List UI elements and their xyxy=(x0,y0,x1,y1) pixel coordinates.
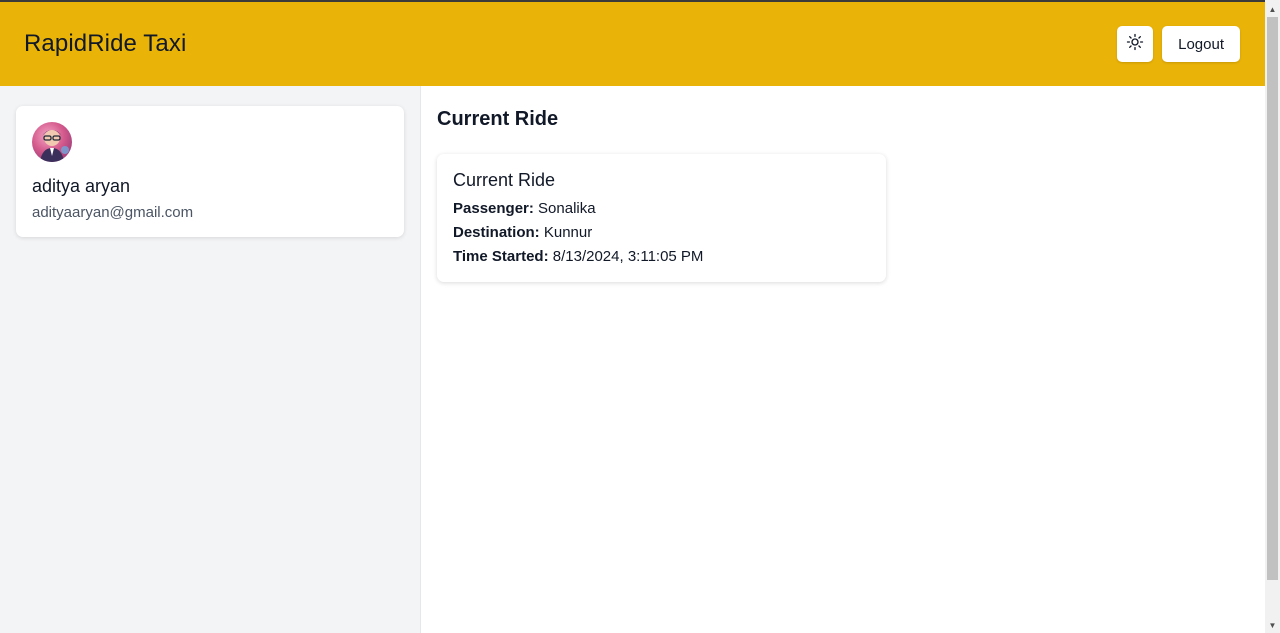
destination-label: Destination: xyxy=(453,224,540,241)
sidebar: aditya aryan adityaaryan@gmail.com xyxy=(0,86,421,633)
header-actions: Logout xyxy=(1117,26,1240,62)
destination-value: Kunnur xyxy=(543,224,593,241)
app-header: RapidRide Taxi Logout xyxy=(0,2,1265,86)
current-ride-card: Current Ride Passenger: Sonalika Destina… xyxy=(437,154,886,282)
logout-button[interactable]: Logout xyxy=(1162,26,1240,62)
page-title: Current Ride xyxy=(437,108,559,130)
profile-email: adityaaryan@gmail.com xyxy=(32,204,194,221)
time-started-row: Time Started: 8/13/2024, 3:11:05 PM xyxy=(453,245,870,269)
avatar xyxy=(32,122,72,162)
destination-row: Destination: Kunnur xyxy=(453,221,870,245)
passenger-label: Passenger: xyxy=(453,200,534,217)
profile-name: aditya aryan xyxy=(32,176,131,196)
main-content: Current Ride Current Ride Passenger: Son… xyxy=(421,86,1265,633)
passenger-row: Passenger: Sonalika xyxy=(453,197,870,221)
ride-card-title: Current Ride xyxy=(453,170,556,190)
sun-icon xyxy=(1126,33,1144,56)
scroll-up-arrow-icon[interactable]: ▲ xyxy=(1265,2,1280,17)
profile-card: aditya aryan adityaaryan@gmail.com xyxy=(16,106,404,237)
page-scrollbar[interactable]: ▲ ▼ xyxy=(1265,0,1280,633)
theme-toggle-button[interactable] xyxy=(1117,26,1154,62)
scroll-down-arrow-icon[interactable]: ▼ xyxy=(1265,618,1280,633)
time-started-label: Time Started: xyxy=(453,248,549,265)
passenger-value: Sonalika xyxy=(538,200,596,217)
brand-title: RapidRide Taxi xyxy=(24,30,187,57)
time-started-value: 8/13/2024, 3:11:05 PM xyxy=(552,248,704,265)
scrollbar-thumb[interactable] xyxy=(1267,17,1278,580)
